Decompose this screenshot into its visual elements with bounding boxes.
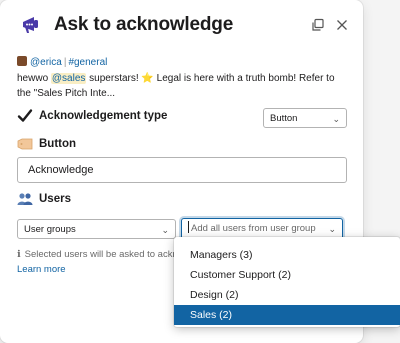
modal-title: Ask to acknowledge xyxy=(54,14,234,35)
ack-type-label-text: Acknowledgement type xyxy=(39,110,168,122)
ack-type-label: Acknowledgement type xyxy=(17,108,167,124)
user-groups-select[interactable]: User groups ⌄ xyxy=(17,219,176,239)
close-icon[interactable] xyxy=(333,16,351,34)
users-hint-text: Selected users will be asked to ackno xyxy=(24,249,184,260)
dropdown-option[interactable]: Managers (3) xyxy=(174,245,400,265)
meta-separator: | xyxy=(63,57,67,68)
ack-type-select[interactable]: Button ⌄ xyxy=(263,108,347,128)
users-label: Users xyxy=(17,191,71,207)
user-group-dropdown: Managers (3) Customer Support (2) Design… xyxy=(174,237,400,327)
chevron-down-icon: ⌄ xyxy=(328,224,336,234)
learn-more-link[interactable]: Learn more xyxy=(17,263,66,276)
dropdown-option[interactable]: Design (2) xyxy=(174,285,400,305)
message-text-pre: hewwo xyxy=(17,73,51,84)
modal-header: Ask to acknowledge xyxy=(20,12,351,38)
button-label: Button xyxy=(17,136,76,152)
users-icon xyxy=(17,191,33,207)
user-groups-value: User groups xyxy=(24,224,76,235)
ack-type-value: Button xyxy=(270,113,298,124)
users-label-text: Users xyxy=(39,193,71,205)
info-icon: ℹ xyxy=(17,249,21,260)
channel-link[interactable]: #general xyxy=(68,57,107,68)
mention-sales[interactable]: @sales xyxy=(50,73,87,84)
users-search-placeholder: Add all users from user group xyxy=(191,223,316,234)
checkmark-icon xyxy=(17,108,33,124)
copy-window-icon[interactable] xyxy=(309,16,327,34)
text-caret xyxy=(188,221,189,233)
avatar xyxy=(17,56,27,66)
message-meta: @erica | #general xyxy=(17,56,107,69)
message-preview: hewwo @sales superstars! ⭐ Legal is here… xyxy=(17,71,347,101)
chevron-down-icon: ⌄ xyxy=(332,114,340,124)
author-link[interactable]: @erica xyxy=(30,57,62,68)
chevron-down-icon: ⌄ xyxy=(161,225,169,235)
dropdown-option[interactable]: Customer Support (2) xyxy=(174,265,400,285)
dropdown-option-selected[interactable]: Sales (2) xyxy=(174,305,400,325)
users-hint: ℹ Selected users will be asked to ackno xyxy=(17,248,183,261)
button-label-text: Button xyxy=(39,138,77,150)
megaphone-app-icon xyxy=(20,14,42,36)
label-tag-icon xyxy=(17,136,33,152)
button-text-input[interactable]: Acknowledge xyxy=(17,157,347,183)
